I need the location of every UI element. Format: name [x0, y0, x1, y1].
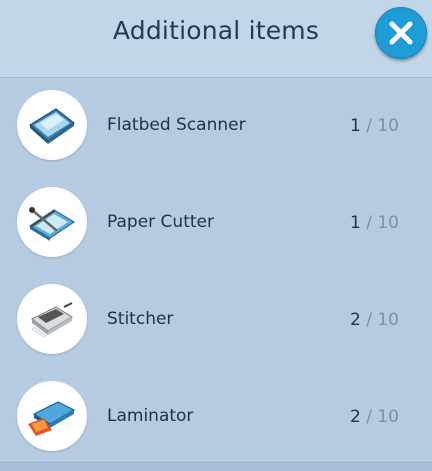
- panel-header: Additional items: [0, 0, 432, 78]
- close-button[interactable]: [375, 7, 427, 59]
- count-separator: /: [366, 116, 372, 136]
- items-list: Flatbed Scanner 1 / 10 Paper Cutter 1 / …: [0, 78, 432, 466]
- count-current: 1: [349, 213, 361, 233]
- list-item-paper-cutter[interactable]: Paper Cutter 1 / 10: [0, 175, 432, 272]
- list-item-laminator[interactable]: Laminator 2 / 10: [0, 369, 432, 466]
- panel-bottom-edge: [0, 462, 432, 471]
- item-label: Flatbed Scanner: [107, 115, 246, 135]
- list-item-flatbed-scanner[interactable]: Flatbed Scanner 1 / 10: [0, 78, 432, 175]
- item-label: Laminator: [107, 406, 194, 426]
- laminator-icon: [28, 401, 76, 436]
- list-item-stitcher[interactable]: Stitcher 2 / 10: [0, 272, 432, 369]
- count-max: 10: [377, 310, 399, 330]
- item-label: Stitcher: [107, 309, 174, 329]
- count-max: 10: [377, 407, 399, 427]
- additional-items-panel: Additional items Flatbed Scanner 1 / 10 …: [0, 0, 432, 471]
- panel-title: Additional items: [112, 16, 320, 45]
- item-thumbnail: [17, 284, 87, 354]
- item-count: 2 / 10: [350, 407, 399, 427]
- count-current: 1: [349, 116, 361, 136]
- stitcher-icon: [30, 302, 74, 338]
- item-label: Paper Cutter: [107, 212, 214, 232]
- count-current: 2: [349, 310, 361, 330]
- item-count: 1 / 10: [350, 116, 399, 136]
- item-thumbnail: [17, 381, 87, 451]
- count-max: 10: [377, 213, 399, 233]
- item-count: 2 / 10: [350, 310, 399, 330]
- close-x-icon: [389, 21, 413, 45]
- count-current: 2: [349, 407, 361, 427]
- item-thumbnail: [17, 90, 87, 160]
- item-thumbnail: [17, 187, 87, 257]
- flatbed-scanner-icon: [28, 108, 76, 144]
- count-separator: /: [366, 310, 372, 330]
- item-count: 1 / 10: [350, 213, 399, 233]
- paper-cutter-icon: [28, 207, 76, 241]
- count-separator: /: [366, 407, 372, 427]
- count-max: 10: [377, 116, 399, 136]
- count-separator: /: [366, 213, 372, 233]
